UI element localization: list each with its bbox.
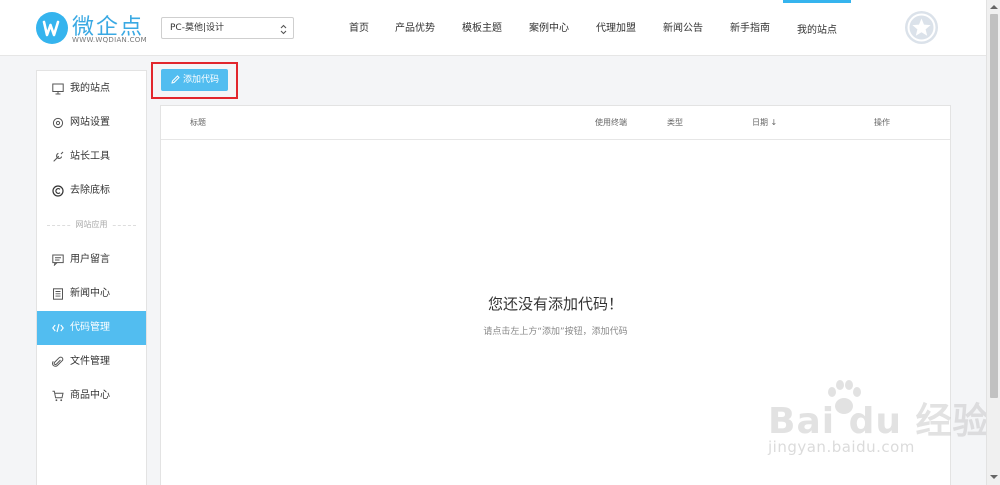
column-title: 标题 bbox=[190, 118, 206, 127]
sidebar-item-webmaster-tools[interactable]: 站长工具 bbox=[37, 140, 146, 174]
sidebar-section-label: 网站应用 bbox=[37, 219, 146, 231]
add-code-button-label: 添加代码 bbox=[183, 75, 220, 85]
column-type: 类型 bbox=[667, 118, 683, 127]
scroll-up-arrow-icon[interactable] bbox=[990, 4, 998, 10]
scroll-down-arrow-icon[interactable] bbox=[990, 474, 998, 480]
sidebar-item-label: 代码管理 bbox=[70, 322, 110, 333]
nav-guide[interactable]: 新手指南 bbox=[728, 0, 772, 56]
table-header: 标题 使用终端 类型 日期 ↓ 操作 bbox=[161, 106, 950, 140]
sidebar-item-remove-footer[interactable]: 去除底标 bbox=[37, 174, 146, 208]
sidebar-item-file-management[interactable]: 文件管理 bbox=[37, 345, 146, 379]
news-icon bbox=[53, 288, 63, 300]
top-header: 微企点 WWW.WQDIAN.COM PC-莫他|设计 首页 产品优势 模板主题… bbox=[0, 0, 986, 56]
sidebar-item-label: 我的站点 bbox=[70, 83, 110, 94]
watermark-url: jingyan.baidu.com bbox=[768, 438, 915, 456]
paperclip-icon bbox=[52, 356, 64, 367]
sidebar-item-user-messages[interactable]: 用户留言 bbox=[37, 243, 146, 277]
code-icon bbox=[52, 323, 64, 333]
message-icon bbox=[52, 254, 64, 266]
vertical-scrollbar[interactable] bbox=[986, 0, 1000, 485]
sidebar-item-label: 站长工具 bbox=[70, 151, 110, 162]
site-select-value: PC-莫他|设计 bbox=[170, 23, 224, 33]
nav-templates[interactable]: 模板主题 bbox=[460, 0, 504, 56]
cart-icon bbox=[52, 390, 64, 402]
user-avatar[interactable] bbox=[905, 11, 938, 44]
sidebar-item-label: 新闻中心 bbox=[70, 288, 110, 299]
nav-home[interactable]: 首页 bbox=[346, 0, 372, 56]
sidebar-item-site-settings[interactable]: 网站设置 bbox=[37, 106, 146, 140]
empty-state-hint: 请点击左上方“添加”按钮，添加代码 bbox=[483, 327, 628, 337]
pencil-icon bbox=[171, 75, 180, 84]
sidebar-item-news-center[interactable]: 新闻中心 bbox=[37, 277, 146, 311]
logo-badge-icon bbox=[36, 12, 68, 44]
copyright-icon bbox=[52, 185, 64, 197]
sidebar: 我的站点 网站设置 站长工具 去除底标 网站应用 用户留言 新闻中心 代码管理 … bbox=[36, 70, 147, 485]
scrollbar-thumb[interactable] bbox=[990, 14, 998, 398]
monitor-icon bbox=[52, 83, 64, 95]
sidebar-item-label: 网站设置 bbox=[70, 117, 110, 128]
watermark-text: Bai du 经验 bbox=[768, 401, 990, 442]
nav-advantages[interactable]: 产品优势 bbox=[393, 0, 437, 56]
column-date-sort[interactable]: 日期 ↓ bbox=[752, 106, 777, 140]
nav-my-sites[interactable]: 我的站点 bbox=[783, 0, 851, 56]
sidebar-item-my-sites[interactable]: 我的站点 bbox=[37, 72, 146, 106]
empty-state-title: 您还没有添加代码！ bbox=[487, 295, 623, 313]
sidebar-item-code-management[interactable]: 代码管理 bbox=[37, 311, 146, 345]
column-actions: 操作 bbox=[874, 118, 890, 127]
nav-agency[interactable]: 代理加盟 bbox=[594, 0, 638, 56]
sidebar-item-label: 文件管理 bbox=[70, 356, 110, 367]
nav-news[interactable]: 新闻公告 bbox=[661, 0, 705, 56]
site-select[interactable]: PC-莫他|设计 bbox=[161, 17, 294, 39]
sidebar-item-label: 用户留言 bbox=[70, 254, 110, 265]
column-terminal: 使用终端 bbox=[595, 118, 627, 127]
add-code-button[interactable]: 添加代码 bbox=[161, 69, 228, 91]
sidebar-item-label: 商品中心 bbox=[70, 390, 110, 401]
sidebar-item-label: 去除底标 bbox=[70, 185, 110, 196]
gear-icon bbox=[52, 117, 64, 129]
select-arrows-icon bbox=[280, 23, 287, 43]
wrench-icon bbox=[53, 151, 64, 162]
logo-url: WWW.WQDIAN.COM bbox=[72, 36, 147, 44]
star-avatar-icon bbox=[907, 13, 936, 42]
nav-cases[interactable]: 案例中心 bbox=[527, 0, 571, 56]
baidu-watermark: Bai du 经验 jingyan.baidu.com bbox=[768, 378, 989, 468]
app-root: 微企点 WWW.WQDIAN.COM PC-莫他|设计 首页 产品优势 模板主题… bbox=[0, 0, 1000, 485]
sidebar-item-product-center[interactable]: 商品中心 bbox=[37, 379, 146, 413]
